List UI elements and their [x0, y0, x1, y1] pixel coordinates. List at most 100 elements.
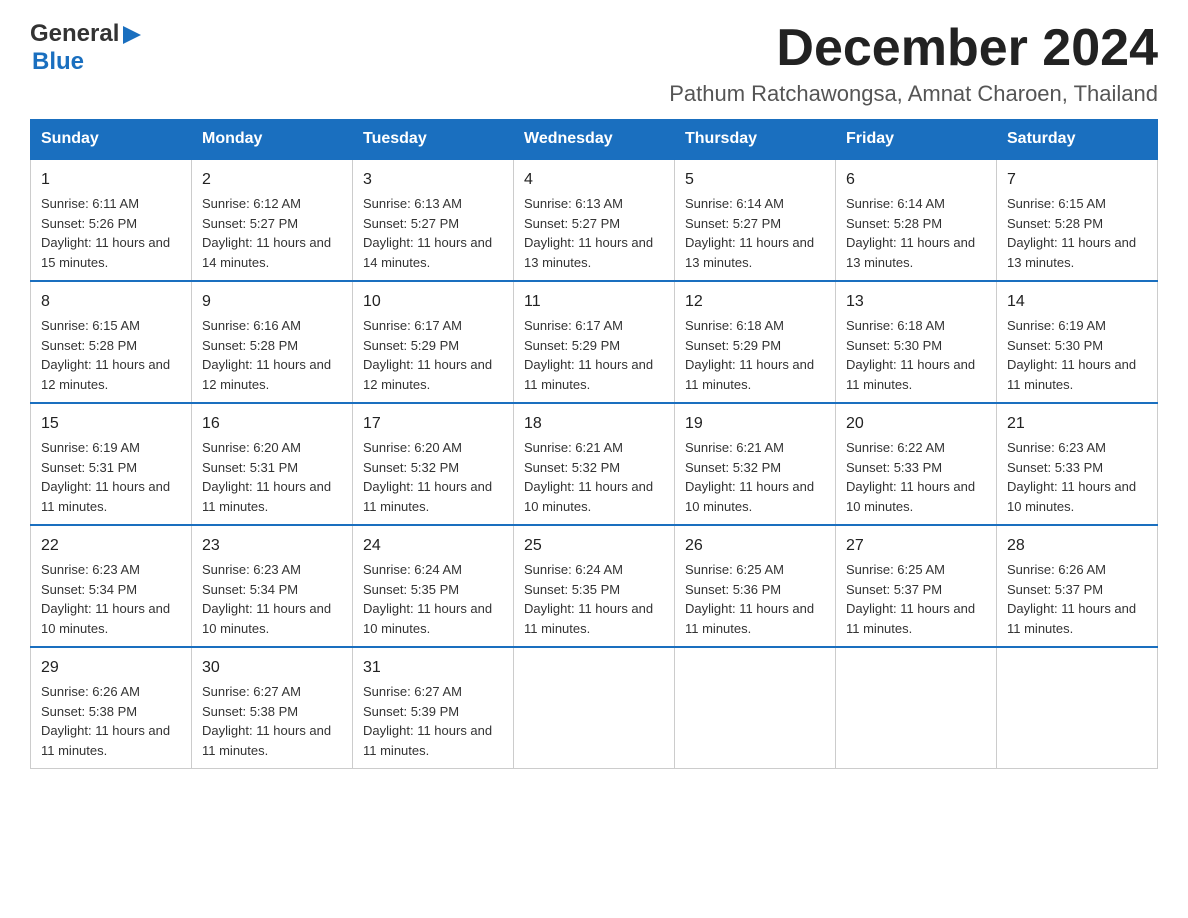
calendar-cell: 18Sunrise: 6:21 AMSunset: 5:32 PMDayligh…	[514, 403, 675, 525]
daylight-text: Daylight: 11 hours and 15 minutes.	[41, 233, 181, 272]
sunrise-text: Sunrise: 6:19 AM	[41, 438, 181, 458]
day-number: 29	[41, 656, 181, 680]
sunrise-text: Sunrise: 6:19 AM	[1007, 316, 1147, 336]
calendar-cell	[836, 647, 997, 769]
sunset-text: Sunset: 5:28 PM	[1007, 214, 1147, 234]
daylight-text: Daylight: 11 hours and 11 minutes.	[846, 355, 986, 394]
sunset-text: Sunset: 5:34 PM	[41, 580, 181, 600]
day-number: 26	[685, 534, 825, 558]
day-header-monday: Monday	[192, 120, 353, 160]
sunset-text: Sunset: 5:31 PM	[202, 458, 342, 478]
calendar-cell: 16Sunrise: 6:20 AMSunset: 5:31 PMDayligh…	[192, 403, 353, 525]
daylight-text: Daylight: 11 hours and 11 minutes.	[363, 721, 503, 760]
day-number: 28	[1007, 534, 1147, 558]
sunrise-text: Sunrise: 6:14 AM	[685, 194, 825, 214]
calendar-cell: 3Sunrise: 6:13 AMSunset: 5:27 PMDaylight…	[353, 159, 514, 281]
day-number: 14	[1007, 290, 1147, 314]
daylight-text: Daylight: 11 hours and 13 minutes.	[524, 233, 664, 272]
calendar-week-row: 8Sunrise: 6:15 AMSunset: 5:28 PMDaylight…	[31, 281, 1158, 403]
sunrise-text: Sunrise: 6:12 AM	[202, 194, 342, 214]
daylight-text: Daylight: 11 hours and 11 minutes.	[1007, 599, 1147, 638]
day-number: 5	[685, 168, 825, 192]
sunrise-text: Sunrise: 6:15 AM	[1007, 194, 1147, 214]
sunrise-text: Sunrise: 6:23 AM	[41, 560, 181, 580]
sunset-text: Sunset: 5:36 PM	[685, 580, 825, 600]
calendar-cell: 10Sunrise: 6:17 AMSunset: 5:29 PMDayligh…	[353, 281, 514, 403]
calendar-cell	[675, 647, 836, 769]
location-subtitle: Pathum Ratchawongsa, Amnat Charoen, Thai…	[669, 81, 1158, 107]
daylight-text: Daylight: 11 hours and 10 minutes.	[685, 477, 825, 516]
sunset-text: Sunset: 5:29 PM	[524, 336, 664, 356]
sunset-text: Sunset: 5:27 PM	[363, 214, 503, 234]
day-header-wednesday: Wednesday	[514, 120, 675, 160]
sunset-text: Sunset: 5:39 PM	[363, 702, 503, 722]
sunset-text: Sunset: 5:35 PM	[524, 580, 664, 600]
calendar-cell: 24Sunrise: 6:24 AMSunset: 5:35 PMDayligh…	[353, 525, 514, 647]
daylight-text: Daylight: 11 hours and 10 minutes.	[1007, 477, 1147, 516]
day-number: 17	[363, 412, 503, 436]
day-number: 11	[524, 290, 664, 314]
month-title: December 2024	[669, 20, 1158, 77]
sunset-text: Sunset: 5:27 PM	[524, 214, 664, 234]
logo-blue-text: Blue	[32, 48, 84, 75]
daylight-text: Daylight: 11 hours and 10 minutes.	[363, 599, 503, 638]
day-number: 20	[846, 412, 986, 436]
daylight-text: Daylight: 11 hours and 10 minutes.	[846, 477, 986, 516]
daylight-text: Daylight: 11 hours and 11 minutes.	[524, 599, 664, 638]
daylight-text: Daylight: 11 hours and 11 minutes.	[202, 721, 342, 760]
calendar-cell: 17Sunrise: 6:20 AMSunset: 5:32 PMDayligh…	[353, 403, 514, 525]
daylight-text: Daylight: 11 hours and 12 minutes.	[202, 355, 342, 394]
calendar-week-row: 22Sunrise: 6:23 AMSunset: 5:34 PMDayligh…	[31, 525, 1158, 647]
sunrise-text: Sunrise: 6:13 AM	[363, 194, 503, 214]
day-number: 10	[363, 290, 503, 314]
sunset-text: Sunset: 5:30 PM	[846, 336, 986, 356]
daylight-text: Daylight: 11 hours and 11 minutes.	[202, 477, 342, 516]
sunset-text: Sunset: 5:28 PM	[202, 336, 342, 356]
day-number: 23	[202, 534, 342, 558]
calendar-cell	[514, 647, 675, 769]
sunrise-text: Sunrise: 6:17 AM	[363, 316, 503, 336]
calendar-cell: 22Sunrise: 6:23 AMSunset: 5:34 PMDayligh…	[31, 525, 192, 647]
daylight-text: Daylight: 11 hours and 13 minutes.	[846, 233, 986, 272]
daylight-text: Daylight: 11 hours and 13 minutes.	[1007, 233, 1147, 272]
sunrise-text: Sunrise: 6:18 AM	[685, 316, 825, 336]
day-number: 1	[41, 168, 181, 192]
calendar-header-row: SundayMondayTuesdayWednesdayThursdayFrid…	[31, 120, 1158, 160]
calendar-cell: 14Sunrise: 6:19 AMSunset: 5:30 PMDayligh…	[997, 281, 1158, 403]
day-header-friday: Friday	[836, 120, 997, 160]
calendar-cell: 8Sunrise: 6:15 AMSunset: 5:28 PMDaylight…	[31, 281, 192, 403]
sunrise-text: Sunrise: 6:27 AM	[363, 682, 503, 702]
daylight-text: Daylight: 11 hours and 11 minutes.	[846, 599, 986, 638]
day-number: 12	[685, 290, 825, 314]
calendar-cell: 23Sunrise: 6:23 AMSunset: 5:34 PMDayligh…	[192, 525, 353, 647]
calendar-cell	[997, 647, 1158, 769]
sunrise-text: Sunrise: 6:25 AM	[846, 560, 986, 580]
day-number: 16	[202, 412, 342, 436]
calendar-cell: 30Sunrise: 6:27 AMSunset: 5:38 PMDayligh…	[192, 647, 353, 769]
calendar-cell: 28Sunrise: 6:26 AMSunset: 5:37 PMDayligh…	[997, 525, 1158, 647]
calendar-cell: 21Sunrise: 6:23 AMSunset: 5:33 PMDayligh…	[997, 403, 1158, 525]
sunset-text: Sunset: 5:26 PM	[41, 214, 181, 234]
day-header-thursday: Thursday	[675, 120, 836, 160]
day-header-saturday: Saturday	[997, 120, 1158, 160]
sunset-text: Sunset: 5:38 PM	[202, 702, 342, 722]
daylight-text: Daylight: 11 hours and 12 minutes.	[41, 355, 181, 394]
calendar-cell: 13Sunrise: 6:18 AMSunset: 5:30 PMDayligh…	[836, 281, 997, 403]
sunrise-text: Sunrise: 6:11 AM	[41, 194, 181, 214]
sunset-text: Sunset: 5:28 PM	[846, 214, 986, 234]
day-number: 9	[202, 290, 342, 314]
sunset-text: Sunset: 5:27 PM	[685, 214, 825, 234]
calendar-cell: 26Sunrise: 6:25 AMSunset: 5:36 PMDayligh…	[675, 525, 836, 647]
calendar-cell: 1Sunrise: 6:11 AMSunset: 5:26 PMDaylight…	[31, 159, 192, 281]
sunset-text: Sunset: 5:38 PM	[41, 702, 181, 722]
sunrise-text: Sunrise: 6:17 AM	[524, 316, 664, 336]
calendar-cell: 9Sunrise: 6:16 AMSunset: 5:28 PMDaylight…	[192, 281, 353, 403]
daylight-text: Daylight: 11 hours and 14 minutes.	[202, 233, 342, 272]
daylight-text: Daylight: 11 hours and 11 minutes.	[685, 355, 825, 394]
day-number: 18	[524, 412, 664, 436]
sunrise-text: Sunrise: 6:13 AM	[524, 194, 664, 214]
sunset-text: Sunset: 5:32 PM	[363, 458, 503, 478]
calendar-cell: 29Sunrise: 6:26 AMSunset: 5:38 PMDayligh…	[31, 647, 192, 769]
sunset-text: Sunset: 5:37 PM	[1007, 580, 1147, 600]
sunrise-text: Sunrise: 6:16 AM	[202, 316, 342, 336]
